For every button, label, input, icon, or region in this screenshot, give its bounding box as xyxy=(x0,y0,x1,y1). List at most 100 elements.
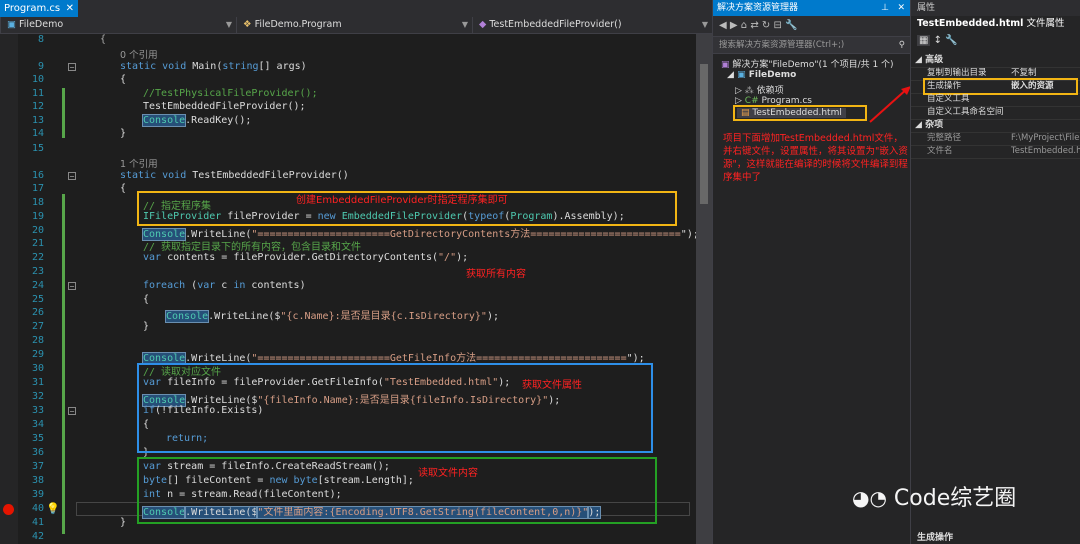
class-dropdown[interactable]: ❖ FileDemo.Program ▼ xyxy=(236,17,472,33)
category-advanced[interactable]: ◢ 高级 xyxy=(911,54,1080,68)
chevron-down-icon: ▼ xyxy=(461,20,468,29)
property-row[interactable]: 文件名 TestEmbedded.h xyxy=(911,145,1080,159)
line-number: 24 xyxy=(31,280,44,291)
code-line: { xyxy=(100,34,107,45)
wechat-icon: ◕◔ xyxy=(852,486,887,510)
solution-explorer-title: 解决方案资源管理器 ⊥ ✕ xyxy=(713,0,911,16)
method-label: TestEmbeddedFileProvider() xyxy=(489,19,622,30)
line-number: 10 xyxy=(31,74,44,85)
line-number: 36 xyxy=(31,447,44,458)
navigation-bar: ▣ FileDemo ▼ ❖ FileDemo.Program ▼ ◆ Test… xyxy=(0,17,712,34)
scrollbar-thumb[interactable] xyxy=(700,64,708,204)
line-number: 23 xyxy=(31,266,44,277)
code-line: { xyxy=(120,74,127,85)
project-dropdown[interactable]: ▣ FileDemo ▼ xyxy=(0,17,236,33)
annotation-assembly: 创建EmbeddedFileProvider时指定程序集即可 xyxy=(296,195,508,206)
alphabetical-icon[interactable]: ↕ xyxy=(934,35,942,46)
line-number: 34 xyxy=(31,419,44,430)
properties-icon[interactable]: 🔧 xyxy=(785,20,797,31)
line-number: 39 xyxy=(31,489,44,500)
solution-explorer: 解决方案资源管理器 ⊥ ✕ ◀ ▶ ⌂ ⇄ ↻ ⊟ 🔧 搜索解决方案资源管理器(… xyxy=(712,0,911,544)
category-misc[interactable]: ◢ 杂项 xyxy=(911,119,1080,133)
class-icon: ❖ xyxy=(243,19,252,30)
line-number: 31 xyxy=(31,377,44,388)
collapse-icon[interactable]: − xyxy=(68,63,76,72)
watermark-text: Code综艺圈 xyxy=(893,486,1017,511)
change-marker xyxy=(62,194,65,534)
code-editor[interactable]: 8 { 0 个引用 9 − static void Main(string[] … xyxy=(0,34,712,544)
refresh-icon[interactable]: ↻ xyxy=(762,20,770,31)
line-number: 40 xyxy=(31,503,44,514)
codelens-reference[interactable]: 1 个引用 xyxy=(120,156,158,170)
change-marker xyxy=(62,88,65,138)
property-row[interactable]: 自定义工具 xyxy=(911,93,1080,107)
method-dropdown[interactable]: ◆ TestEmbeddedFileProvider() ▼ xyxy=(472,17,712,33)
code-line: foreach (var c in contents) xyxy=(143,280,306,291)
code-line: static void Main(string[] args) xyxy=(120,61,307,72)
collapse-icon[interactable]: − xyxy=(68,407,76,416)
line-number: 21 xyxy=(31,238,44,249)
tree-item-solution[interactable]: ▣ 解决方案"FileDemo"(1 个项目/共 1 个) xyxy=(721,57,894,70)
code-line: Console.WriteLine("=====================… xyxy=(141,352,645,365)
search-placeholder: 搜索解决方案资源管理器(Ctrl+;) xyxy=(719,40,845,50)
collapse-icon[interactable]: − xyxy=(68,282,76,291)
line-number: 11 xyxy=(31,88,44,99)
html-file-icon: ▤ xyxy=(741,108,750,118)
project-icon: ▣ xyxy=(7,19,16,30)
editor-tab-bar: Program.cs ✕ xyxy=(0,0,712,17)
code-line: Console.WriteLine($"{c.Name}:是否是目录{c.IsD… xyxy=(164,310,499,323)
vertical-scrollbar[interactable] xyxy=(696,34,712,544)
property-name: 自定义工具命名空间 xyxy=(927,107,1004,117)
codelens-reference[interactable]: 0 个引用 xyxy=(120,47,158,61)
tree-item-dependencies[interactable]: ▷ ⁂ 依赖项 xyxy=(735,83,784,96)
property-row[interactable]: 自定义工具命名空间 xyxy=(911,106,1080,120)
line-number: 14 xyxy=(31,128,44,139)
method-icon: ◆ xyxy=(479,19,487,30)
code-line: { xyxy=(143,294,150,305)
line-number: 13 xyxy=(31,115,44,126)
forward-icon[interactable]: ▶ xyxy=(730,20,738,31)
tree-item-testembedded-html[interactable]: ▤ TestEmbedded.html xyxy=(737,108,846,118)
line-number: 29 xyxy=(31,349,44,360)
line-number: 28 xyxy=(31,335,44,346)
tab-program-cs[interactable]: Program.cs ✕ xyxy=(0,0,78,17)
collapse-all-icon[interactable]: ⊟ xyxy=(773,20,781,31)
tab-label: Program.cs xyxy=(4,3,61,14)
solution-search-input[interactable]: 搜索解决方案资源管理器(Ctrl+;) ⚲ xyxy=(713,36,911,54)
wrench-icon[interactable]: 🔧 xyxy=(945,35,957,46)
code-line: var contents = fileProvider.GetDirectory… xyxy=(143,252,469,263)
tree-label: 解决方案"FileDemo"(1 个项目/共 1 个) xyxy=(732,60,894,70)
breakpoint-gutter[interactable] xyxy=(0,34,18,544)
property-value: F:\MyProject\FileD xyxy=(1011,133,1080,143)
code-line: //TestPhysicalFileProvider(); xyxy=(143,88,318,99)
sync-icon[interactable]: ⇄ xyxy=(750,20,758,31)
properties-toolbar: ▦ ↕ 🔧 xyxy=(911,32,1080,50)
close-icon[interactable]: ✕ xyxy=(66,0,74,17)
back-icon[interactable]: ◀ xyxy=(719,20,727,31)
csharp-project-icon: ▣ xyxy=(737,70,746,80)
solution-toolbar: ◀ ▶ ⌂ ⇄ ↻ ⊟ 🔧 xyxy=(713,16,911,36)
line-number: 9 xyxy=(37,61,44,72)
annotation-fileinfo: 获取文件属性 xyxy=(522,380,582,391)
breakpoint-icon[interactable] xyxy=(3,504,14,515)
collapse-icon[interactable]: − xyxy=(68,172,76,181)
properties-subject: TestEmbedded.html 文件属性 xyxy=(911,16,1080,32)
solution-explorer-title-text: 解决方案资源管理器 xyxy=(717,3,799,13)
line-number: 26 xyxy=(31,307,44,318)
expand-icon[interactable]: ◢ xyxy=(727,70,734,80)
tree-label: 依赖项 xyxy=(756,86,784,96)
close-icon[interactable]: ✕ xyxy=(897,0,905,16)
line-number: 12 xyxy=(31,101,44,112)
categorized-icon[interactable]: ▦ xyxy=(917,35,931,46)
annotation-contents: 获取所有内容 xyxy=(466,269,526,280)
tree-item-project[interactable]: ◢ ▣ FileDemo xyxy=(727,70,796,80)
search-icon[interactable]: ⚲ xyxy=(899,37,905,53)
expand-icon[interactable]: ▷ xyxy=(735,86,742,96)
line-number: 16 xyxy=(31,170,44,181)
watermark: ◕◔ Code综艺圈 xyxy=(852,480,1016,512)
home-icon[interactable]: ⌂ xyxy=(741,20,747,31)
lightbulb-icon[interactable]: 💡 xyxy=(46,502,60,515)
pin-icon[interactable]: ⊥ xyxy=(881,0,889,16)
code-line: } xyxy=(120,128,127,139)
property-row[interactable]: 完整路径 F:\MyProject\FileD xyxy=(911,132,1080,146)
